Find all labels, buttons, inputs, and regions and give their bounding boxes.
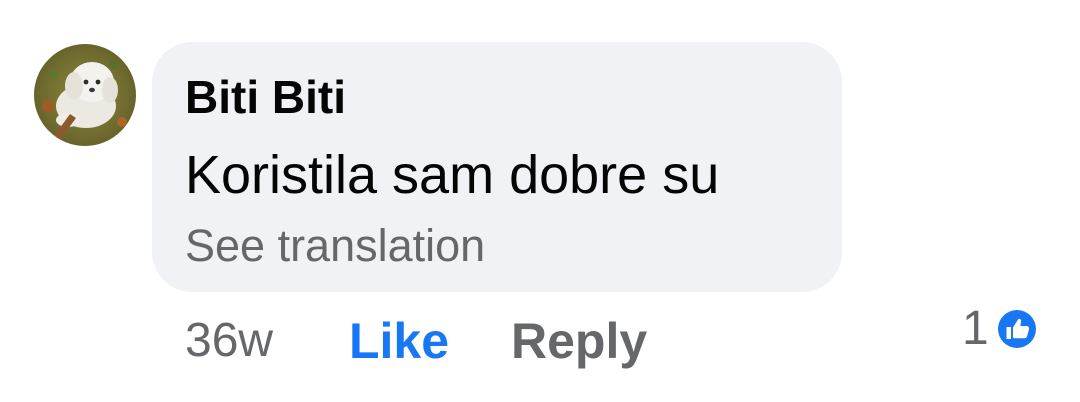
thumbs-up-icon (994, 307, 1039, 351)
comment-text: Koristila sam dobre su (185, 145, 720, 205)
avatar[interactable] (34, 44, 136, 146)
comment-timestamp[interactable]: 36w (185, 312, 273, 370)
reaction-count: 1 (962, 302, 989, 355)
reply-button[interactable]: Reply (511, 312, 647, 370)
reaction-summary[interactable]: 1 (962, 300, 1041, 358)
comment-author[interactable]: Biti Biti (185, 70, 346, 124)
comment: Biti Biti Koristila sam dobre su See tra… (0, 0, 1080, 402)
dog-avatar-icon (34, 44, 136, 146)
see-translation-link[interactable]: See translation (185, 220, 485, 272)
like-button[interactable]: Like (349, 312, 449, 370)
